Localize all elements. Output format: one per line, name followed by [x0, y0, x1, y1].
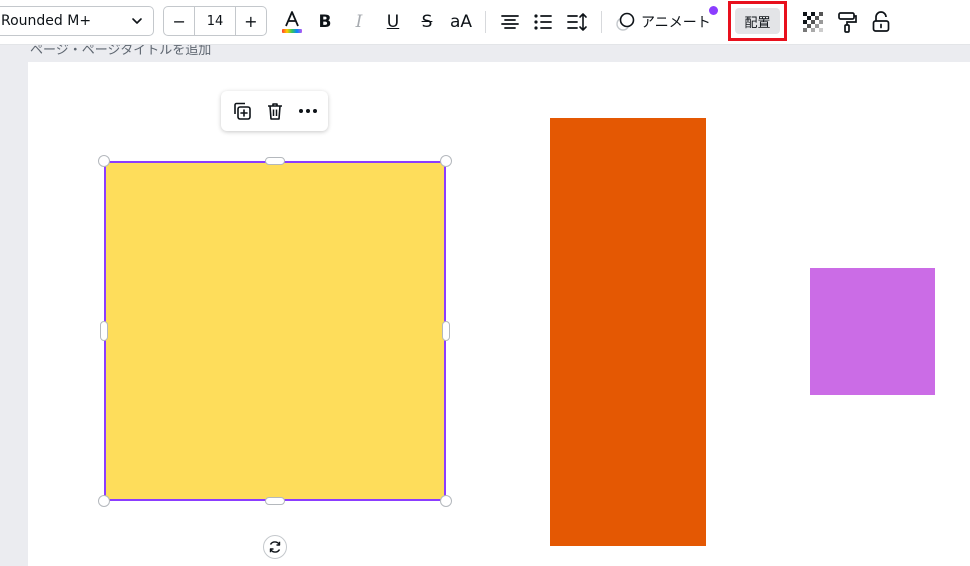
- resize-handle-top-left[interactable]: [98, 155, 110, 167]
- page-title-bar: ページ・ページタイトルを追加: [0, 45, 970, 63]
- page-title-add[interactable]: ページ・ページタイトルを追加: [30, 45, 211, 58]
- resize-handle-bottom-right[interactable]: [440, 495, 452, 507]
- purple-square-shape[interactable]: [810, 268, 935, 395]
- bullet-list-icon: [534, 14, 552, 30]
- resize-handle-bottom[interactable]: [265, 497, 285, 505]
- resize-handle-top-right[interactable]: [440, 155, 452, 167]
- font-family-select[interactable]: Rounded M+: [0, 6, 154, 36]
- resize-handle-right[interactable]: [442, 321, 450, 341]
- more-icon: [298, 109, 317, 113]
- text-align-button[interactable]: [497, 8, 523, 36]
- resize-handle-left[interactable]: [100, 321, 108, 341]
- resize-handle-top[interactable]: [265, 157, 285, 165]
- editor-toolbar: Rounded M+ − 14 + B I U S aA アニメート 配置: [0, 0, 970, 45]
- duplicate-icon: [233, 102, 251, 120]
- unlock-icon: [872, 11, 890, 32]
- underline-button[interactable]: U: [380, 8, 406, 36]
- font-family-value: Rounded M+: [1, 13, 92, 29]
- list-button[interactable]: [530, 8, 556, 36]
- lock-button[interactable]: [868, 8, 894, 36]
- text-color-button[interactable]: [279, 8, 305, 36]
- font-size-decrease-button[interactable]: −: [164, 7, 194, 35]
- strikethrough-button[interactable]: S: [414, 8, 440, 36]
- font-size-increase-button[interactable]: +: [236, 7, 266, 35]
- bold-button[interactable]: B: [312, 8, 338, 36]
- animate-label: アニメート: [641, 15, 711, 31]
- copy-style-button[interactable]: [834, 8, 860, 36]
- rotate-icon: [269, 541, 281, 553]
- selection-frame: [104, 161, 446, 501]
- arrange-button[interactable]: 配置: [735, 8, 780, 34]
- align-center-icon: [501, 15, 519, 29]
- line-spacing-icon: [567, 13, 587, 31]
- transparency-button[interactable]: [800, 8, 826, 36]
- trash-icon: [267, 103, 282, 120]
- orange-rectangle-shape[interactable]: [550, 118, 706, 546]
- toolbar-divider: [601, 11, 602, 33]
- chevron-down-icon: [131, 15, 143, 31]
- animate-icon: [616, 12, 635, 31]
- duplicate-button[interactable]: [228, 97, 256, 125]
- italic-button[interactable]: I: [346, 8, 372, 36]
- font-size-control: − 14 +: [163, 6, 267, 36]
- letter-case-button[interactable]: aA: [446, 8, 476, 36]
- paint-roller-icon: [838, 12, 857, 33]
- resize-handle-bottom-left[interactable]: [98, 495, 110, 507]
- transparency-icon: [803, 12, 823, 32]
- animate-button[interactable]: アニメート: [615, 8, 711, 36]
- element-context-menu: [221, 91, 328, 131]
- rotate-handle[interactable]: [263, 535, 287, 559]
- font-size-input[interactable]: 14: [194, 7, 236, 35]
- toolbar-divider: [485, 11, 486, 33]
- spacing-button[interactable]: [564, 8, 590, 36]
- more-options-button[interactable]: [294, 97, 322, 125]
- delete-button[interactable]: [261, 97, 289, 125]
- text-color-icon: [282, 11, 302, 33]
- notification-dot: [709, 6, 718, 15]
